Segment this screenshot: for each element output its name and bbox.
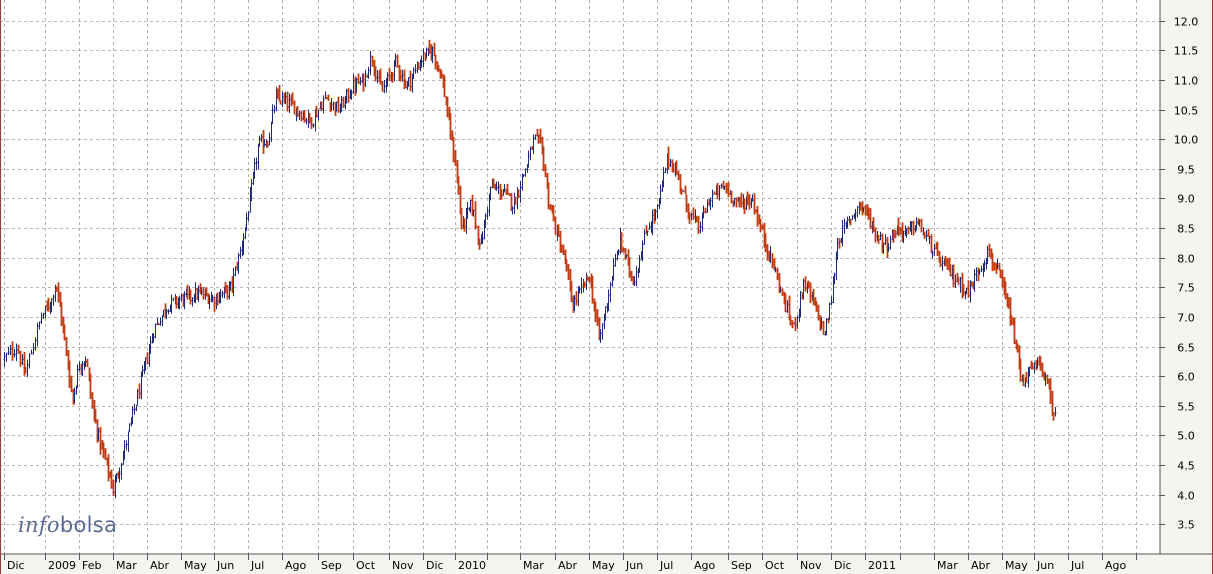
- y-tick-label: 5.0: [1177, 430, 1195, 443]
- x-tick-label: Jun: [216, 559, 234, 572]
- x-tick-label: Mar: [937, 559, 958, 572]
- x-tick-label: May: [592, 559, 615, 572]
- x-tick-label: Dic: [7, 559, 25, 572]
- y-tick-label: 4.0: [1177, 490, 1195, 503]
- x-tick-label: 2010: [458, 559, 486, 572]
- x-tick-label: May: [184, 559, 207, 572]
- x-tick-label: Oct: [356, 559, 376, 572]
- x-tick-label: May: [1005, 559, 1028, 572]
- y-tick-label: 8.0: [1177, 253, 1195, 266]
- x-tick-label: 2009: [48, 559, 76, 572]
- x-tick-label: Jun: [625, 559, 643, 572]
- x-tick-label: Dic: [834, 559, 852, 572]
- x-tick-label: Mar: [116, 559, 137, 572]
- logo-part-bolsa: bolsa: [59, 513, 118, 537]
- y-tick-label: 3.5: [1177, 519, 1195, 532]
- y-tick-label: 10.5: [1174, 105, 1199, 118]
- y-tick-label: 11.0: [1174, 75, 1199, 88]
- logo-part-info: info: [18, 513, 60, 537]
- y-tick-label: 10.0: [1174, 134, 1199, 147]
- x-tick-label: Feb: [82, 559, 101, 572]
- x-tick-label: 2011: [868, 559, 896, 572]
- y-tick-label: 7.5: [1177, 282, 1195, 295]
- y-tick-label: 6.0: [1177, 371, 1195, 384]
- x-tick-label: Nov: [392, 559, 414, 572]
- x-tick-label: Ago: [694, 559, 716, 572]
- y-tick-label: 4.5: [1177, 460, 1195, 473]
- x-tick-label: Oct: [765, 559, 785, 572]
- x-tick-label: Ago: [1105, 559, 1127, 572]
- x-tick-label: Mar: [523, 559, 544, 572]
- x-tick-label: Nov: [800, 559, 822, 572]
- y-tick-label: 5.5: [1177, 401, 1195, 414]
- y-tick-label: 8.5: [1177, 223, 1195, 236]
- y-tick-label: 7.0: [1177, 312, 1195, 325]
- x-tick-label: Jul: [1070, 559, 1084, 572]
- chart-root: 3.5 4.0 4.5 5.0 5.5 6.0 6.5 7.0 7.5 8.0 8.5 9.0 9.5 1…: [0, 0, 1213, 574]
- plot-background: [0, 0, 1160, 554]
- x-tick-label: Ago: [285, 559, 307, 572]
- y-tick-label: 9.5: [1177, 164, 1195, 177]
- y-tick-label: 11.5: [1174, 45, 1199, 58]
- x-tick-label: Sep: [731, 559, 752, 572]
- y-tick-label: 12.0: [1174, 16, 1199, 29]
- y-tick-label: 6.5: [1177, 342, 1195, 355]
- x-tick-label: Jul: [659, 559, 673, 572]
- x-tick-label: Sep: [321, 559, 342, 572]
- infobolsa-logo: infobolsa: [18, 513, 117, 537]
- x-tick-label: Abr: [150, 559, 170, 572]
- price-chart: 3.5 4.0 4.5 5.0 5.5 6.0 6.5 7.0 7.5 8.0 8.5 9.0 9.5 1…: [0, 0, 1213, 574]
- x-tick-label: Abr: [971, 559, 991, 572]
- x-tick-label: Dic: [426, 559, 444, 572]
- y-tick-label: 9.0: [1177, 193, 1195, 206]
- x-tick-label: Jul: [250, 559, 264, 572]
- x-tick-label: Abr: [558, 559, 578, 572]
- x-tick-label: Jun: [1036, 559, 1054, 572]
